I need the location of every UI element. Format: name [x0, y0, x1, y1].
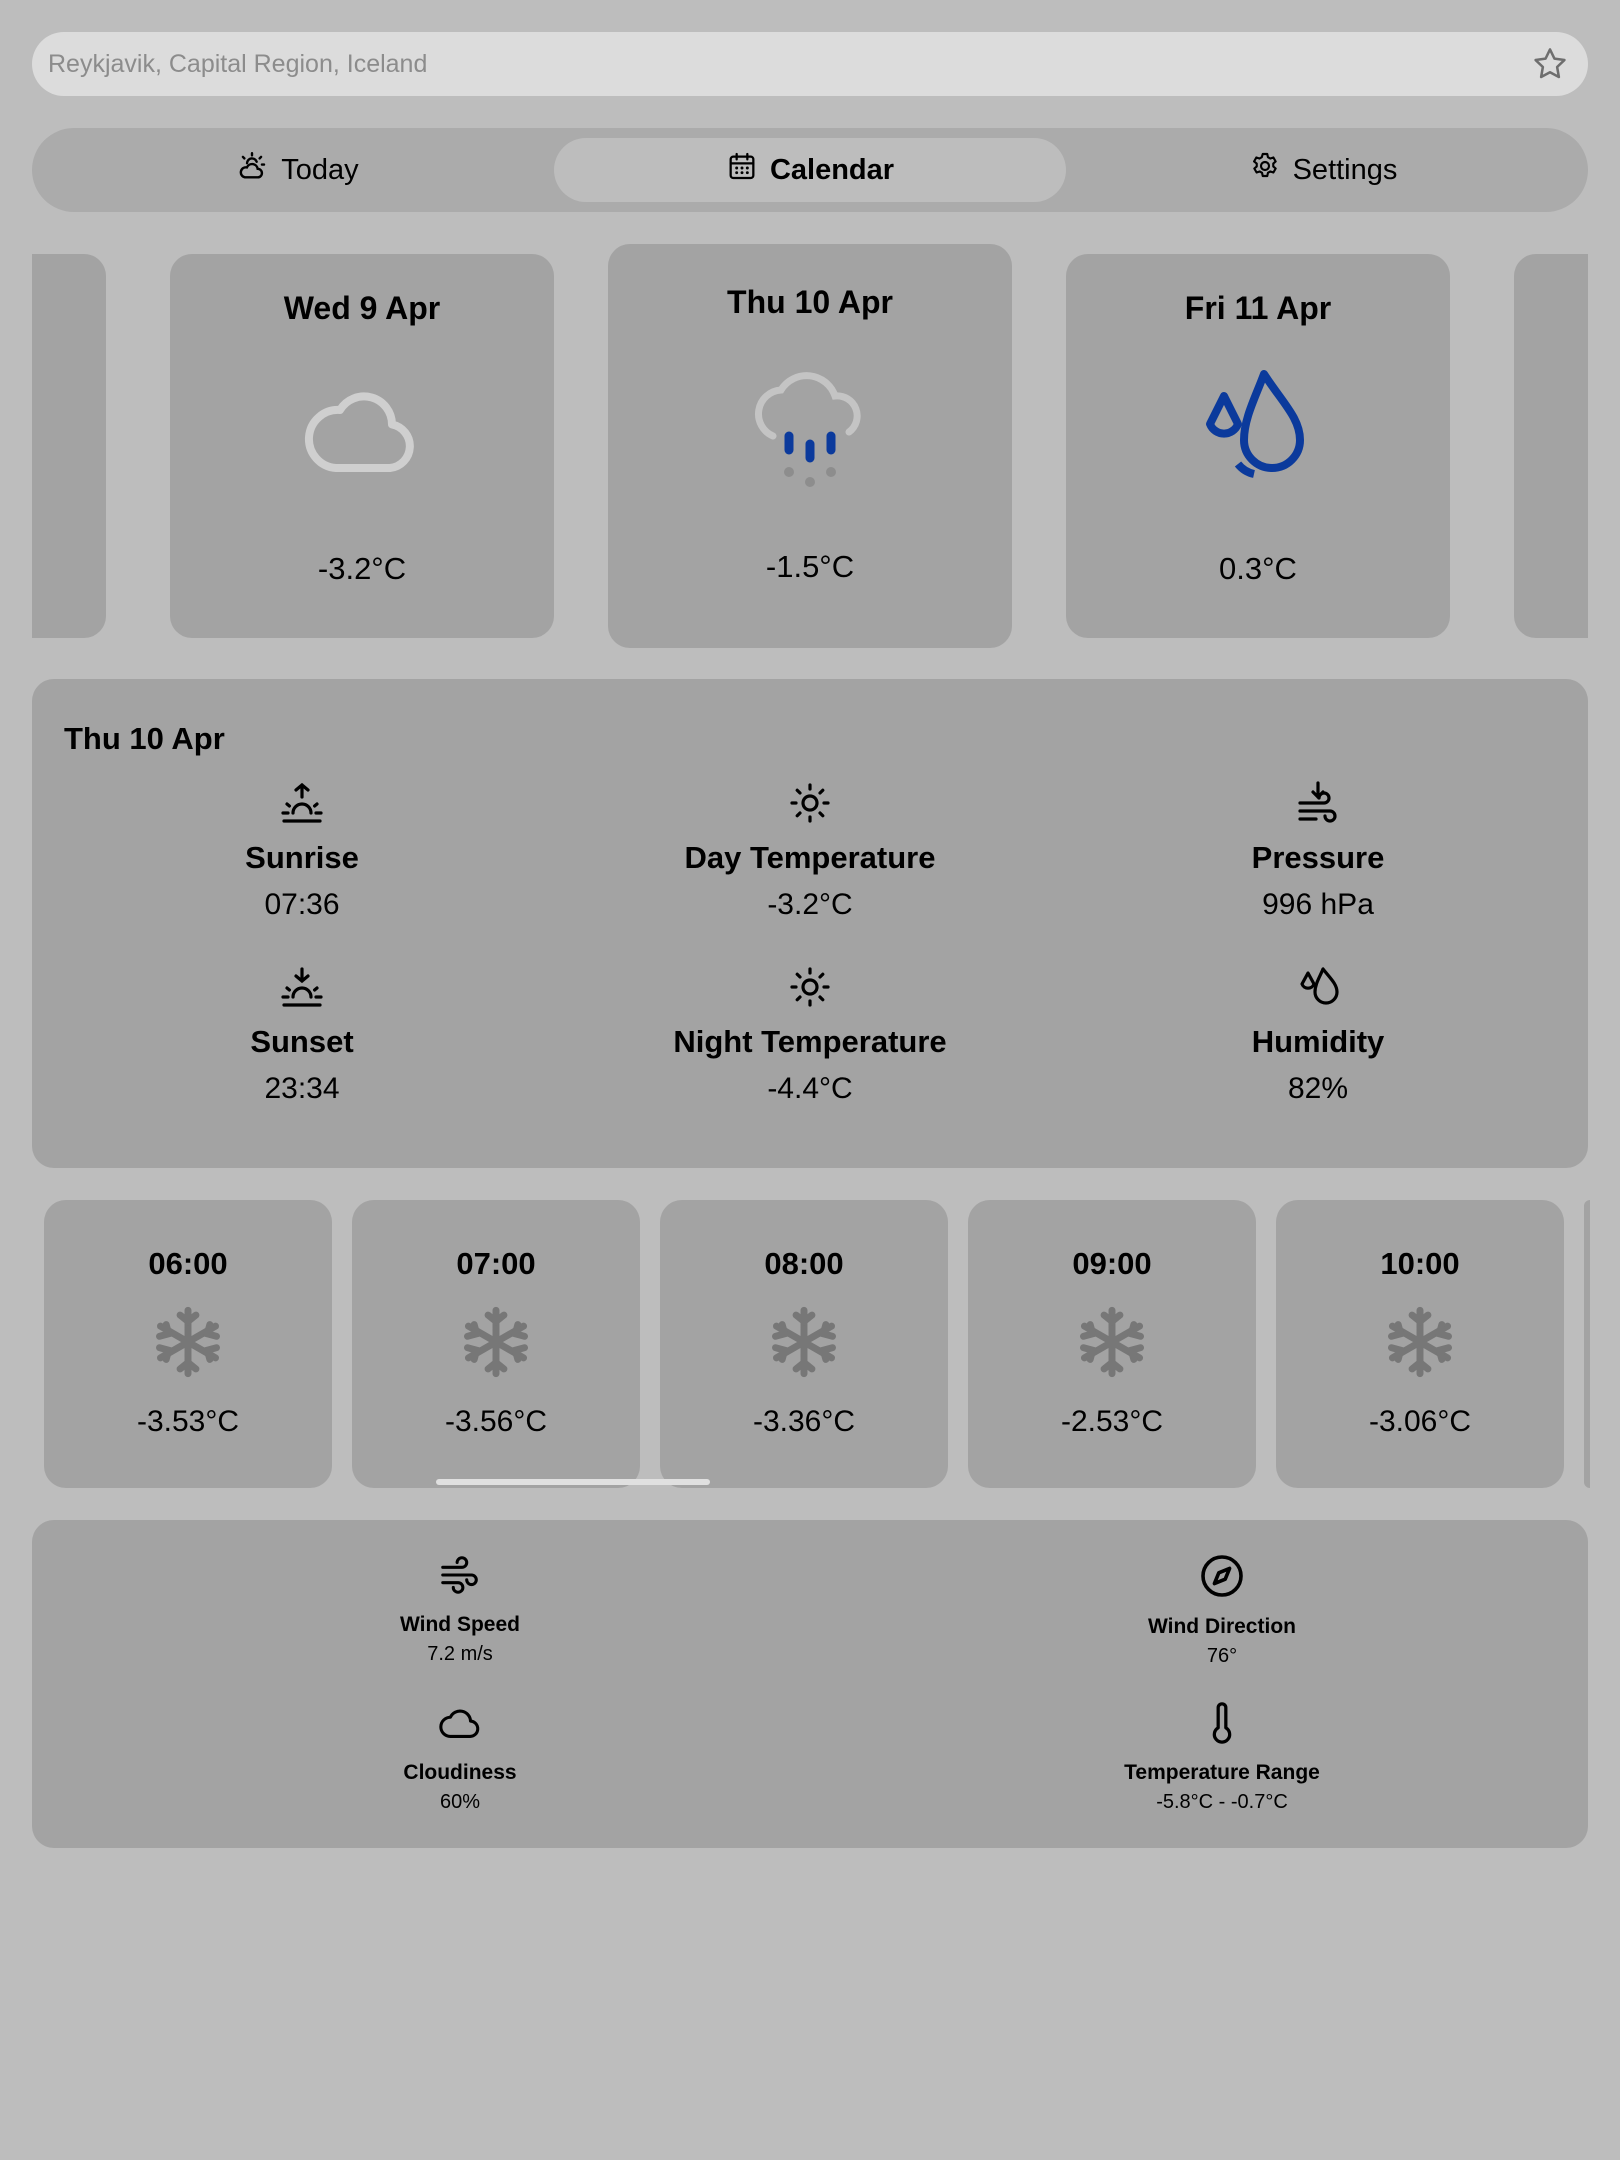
metric-value: -5.8°C - -0.7°C — [1156, 1791, 1288, 1813]
metric-wind-direction: Wind Direction 76° — [1012, 1552, 1432, 1668]
hourly-temperature: -3.36°C — [752, 1405, 856, 1438]
hourly-temperature: -2.53°C — [1060, 1405, 1164, 1438]
tab-bar: Today Calendar Settings — [32, 128, 1588, 212]
hourly-time: 10:00 — [1380, 1246, 1460, 1281]
metric-value: -3.2°C — [767, 888, 853, 921]
hourly-card[interactable]: 06:00 -3.53°C — [44, 1200, 332, 1488]
metric-label: Pressure — [1251, 840, 1385, 875]
metric-value: 76° — [1206, 1645, 1238, 1667]
hourly-time: 07:00 — [456, 1246, 536, 1281]
hourly-card-partial[interactable] — [1584, 1200, 1590, 1488]
cloud-icon — [300, 363, 424, 493]
metric-sunrise: Sunrise 07:36 — [52, 779, 552, 922]
metric-label: Night Temperature — [673, 1024, 947, 1059]
metric-value: 07:36 — [264, 888, 340, 921]
droplets-icon — [1294, 963, 1342, 1016]
metric-temperature-range: Temperature Range -5.8°C - -0.7°C — [1012, 1700, 1432, 1814]
snowflake-icon — [1074, 1304, 1150, 1385]
metric-value: 23:34 — [264, 1072, 340, 1105]
wind-icon — [437, 1552, 483, 1603]
metric-label: Wind Speed — [400, 1613, 520, 1636]
sunset-icon — [278, 963, 326, 1016]
metric-pressure: Pressure 996 hPa — [1068, 779, 1568, 922]
day-card-partial-left[interactable] — [32, 254, 106, 638]
hourly-card[interactable]: 07:00 -3.56°C — [352, 1200, 640, 1488]
detail-title: Thu 10 Apr — [64, 721, 225, 756]
extra-metrics-panel: Wind Speed 7.2 m/s Wind Direction 76° Cl… — [32, 1520, 1588, 1848]
day-card[interactable]: Fri 11 Apr 0.3°C — [1066, 254, 1450, 638]
metric-night-temperature: Night Temperature -4.4°C — [560, 963, 1060, 1106]
location-search-bar[interactable] — [32, 32, 1588, 96]
hourly-time: 06:00 — [148, 1246, 228, 1281]
hourly-card[interactable]: 08:00 -3.36°C — [660, 1200, 948, 1488]
snowflake-icon — [458, 1304, 534, 1385]
sun-cloud-icon — [235, 149, 269, 191]
day-card-temperature: -3.2°C — [317, 551, 407, 586]
hourly-card[interactable]: 10:00 -3.06°C — [1276, 1200, 1564, 1488]
metric-wind-speed: Wind Speed 7.2 m/s — [250, 1552, 670, 1666]
hourly-temperature: -3.53°C — [136, 1405, 240, 1438]
sunrise-icon — [278, 779, 326, 832]
tab-calendar[interactable]: Calendar — [554, 138, 1066, 202]
metric-cloudiness: Cloudiness 60% — [250, 1700, 670, 1814]
favorite-star-icon[interactable] — [1530, 44, 1570, 84]
tab-settings-label: Settings — [1292, 153, 1398, 186]
cloud-icon — [437, 1700, 483, 1751]
day-detail-panel: Thu 10 Apr Sunrise 07:36 Day Temperature… — [32, 679, 1588, 1168]
tab-calendar-label: Calendar — [769, 153, 895, 186]
metric-label: Sunrise — [245, 840, 359, 875]
metric-value: 82% — [1287, 1072, 1349, 1105]
metric-sunset: Sunset 23:34 — [52, 963, 552, 1106]
metric-day-temperature: Day Temperature -3.2°C — [560, 779, 1060, 922]
hourly-time: 08:00 — [764, 1246, 844, 1281]
search-input[interactable] — [48, 49, 1530, 79]
sun-icon — [786, 963, 834, 1016]
metric-label: Humidity — [1251, 1024, 1385, 1059]
tab-today[interactable]: Today — [42, 138, 552, 202]
hourly-temperature: -3.56°C — [444, 1405, 548, 1438]
horizontal-scrollbar[interactable] — [436, 1479, 710, 1485]
metric-value: -4.4°C — [767, 1072, 853, 1105]
thermometer-icon — [1199, 1700, 1245, 1751]
day-card[interactable]: Wed 9 Apr -3.2°C — [170, 254, 554, 638]
snowflake-icon — [150, 1304, 226, 1385]
metric-label: Wind Direction — [1148, 1615, 1296, 1638]
snowflake-icon — [766, 1304, 842, 1385]
day-card-partial-right[interactable] — [1514, 254, 1588, 638]
day-card-temperature: 0.3°C — [1219, 551, 1297, 586]
hourly-time: 09:00 — [1072, 1246, 1152, 1281]
tab-settings[interactable]: Settings — [1068, 138, 1578, 202]
gear-icon — [1249, 150, 1281, 190]
droplets-icon — [1200, 363, 1316, 493]
day-card-selected[interactable]: Thu 10 Apr -1.5°C — [608, 244, 1012, 648]
compass-icon — [1198, 1552, 1246, 1605]
tab-today-label: Today — [281, 153, 359, 186]
metric-value: 7.2 m/s — [427, 1643, 493, 1665]
day-card-temperature: -1.5°C — [765, 549, 855, 584]
metric-label: Cloudiness — [403, 1761, 517, 1784]
metric-humidity: Humidity 82% — [1068, 963, 1568, 1106]
snowflake-icon — [1382, 1304, 1458, 1385]
day-card-date: Thu 10 Apr — [727, 284, 893, 320]
hourly-card[interactable]: 09:00 -2.53°C — [968, 1200, 1256, 1488]
calendar-icon — [726, 150, 758, 190]
metric-label: Day Temperature — [684, 840, 936, 875]
metric-label: Sunset — [250, 1024, 354, 1059]
metric-value: 60% — [439, 1791, 481, 1813]
day-card-date: Wed 9 Apr — [283, 290, 441, 326]
metric-value: 996 hPa — [1262, 888, 1374, 921]
pressure-icon — [1294, 779, 1342, 832]
day-card-date: Fri 11 Apr — [1184, 290, 1332, 326]
sun-icon — [786, 779, 834, 832]
snow-rain-icon — [745, 365, 875, 495]
hourly-temperature: -3.06°C — [1368, 1405, 1472, 1438]
metric-label: Temperature Range — [1124, 1761, 1320, 1784]
